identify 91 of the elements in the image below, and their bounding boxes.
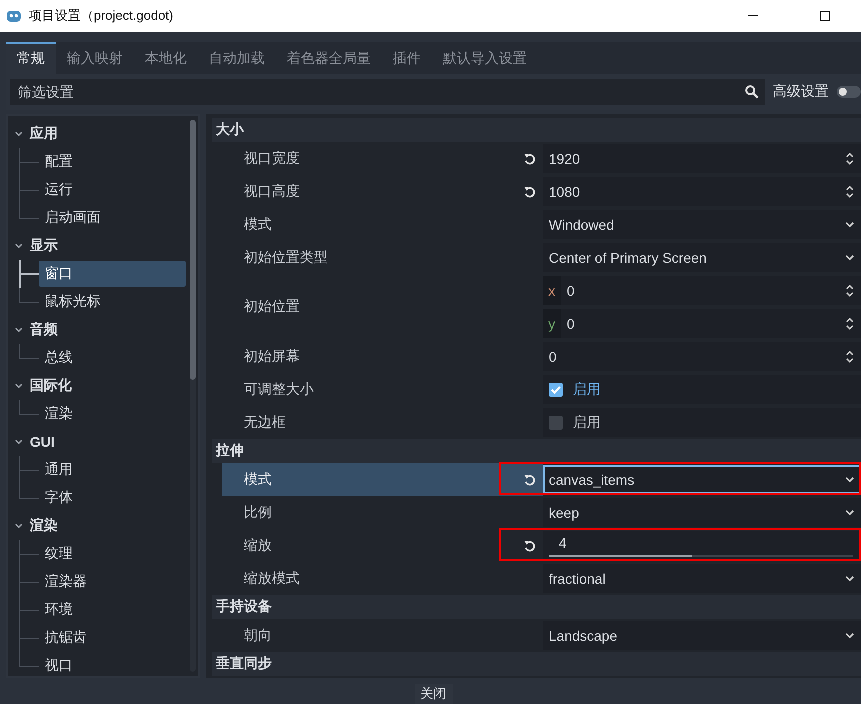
property-label: 比例 — [244, 504, 272, 522]
checkbox[interactable] — [549, 382, 563, 396]
property-label: 可调整大小 — [244, 380, 314, 398]
sidebar-section[interactable]: 音频 — [30, 321, 58, 339]
property-label: 初始屏幕 — [244, 348, 300, 366]
advanced-toggle[interactable] — [837, 86, 861, 98]
revert-icon[interactable] — [523, 472, 537, 486]
chevron-icon[interactable] — [14, 241, 24, 251]
section-header: 垂直同步 — [212, 652, 861, 676]
chevron-icon[interactable] — [14, 325, 24, 335]
tab[interactable]: 默认导入设置 — [432, 42, 538, 74]
dropdown[interactable]: Landscape — [543, 621, 861, 650]
dropdown[interactable]: Center of Primary Screen — [543, 243, 861, 272]
chevron-down-icon — [845, 508, 855, 518]
sidebar-item[interactable]: 渲染器 — [39, 569, 186, 595]
tab[interactable]: 自动加载 — [198, 42, 276, 74]
sidebar-section[interactable]: 显示 — [30, 237, 58, 255]
sidebar-item[interactable]: 配置 — [39, 149, 186, 175]
revert-icon[interactable] — [523, 152, 537, 166]
sidebar-item[interactable]: 鼠标光标 — [39, 289, 186, 315]
sidebar-item[interactable]: 窗口 — [39, 261, 186, 287]
sidebar-item[interactable]: 总线 — [39, 345, 186, 371]
spinner-icon — [845, 350, 855, 364]
slider-value: 4 — [558, 534, 568, 550]
sidebar-item[interactable]: 通用 — [39, 457, 186, 483]
chevron-icon[interactable] — [14, 521, 24, 531]
sidebar-section[interactable]: 应用 — [30, 125, 58, 143]
chevron-icon[interactable] — [14, 381, 24, 391]
sidebar-item[interactable]: 启动画面 — [39, 205, 186, 231]
number-field[interactable]: 1080 — [543, 177, 861, 206]
checkbox-label: 启用 — [573, 380, 601, 398]
property-label: 初始位置类型 — [244, 248, 328, 266]
section-header: 手持设备 — [212, 595, 861, 619]
dropdown[interactable]: canvas_items — [543, 465, 861, 494]
chevron-down-icon — [845, 220, 855, 230]
revert-icon[interactable] — [523, 184, 537, 198]
property-label: 初始位置 — [244, 298, 300, 316]
maximize-icon[interactable] — [819, 10, 831, 22]
checkbox-label: 启用 — [573, 414, 601, 432]
sidebar-item[interactable]: 视口 — [39, 653, 186, 679]
sidebar-item[interactable]: 字体 — [39, 485, 186, 511]
number-field[interactable]: 1920 — [543, 144, 861, 173]
checkbox[interactable] — [549, 416, 563, 430]
property-label: 缩放模式 — [244, 570, 300, 588]
vector-field[interactable]: x 0 — [543, 276, 861, 305]
property-label: 模式 — [244, 216, 272, 234]
scrollbar-thumb[interactable] — [190, 120, 196, 380]
sidebar-item[interactable]: 渲染 — [39, 401, 186, 427]
spinner-icon — [845, 152, 855, 166]
number-field[interactable]: 0 — [543, 342, 861, 371]
tab[interactable]: 插件 — [382, 42, 432, 74]
dropdown[interactable]: fractional — [543, 564, 861, 593]
section-header: 大小 — [212, 118, 861, 142]
chevron-icon[interactable] — [14, 437, 24, 447]
tab[interactable]: 输入映射 — [56, 42, 134, 74]
property-label: 缩放 — [244, 536, 272, 554]
sidebar-section[interactable]: GUI — [30, 434, 55, 450]
spinner-icon — [845, 284, 855, 298]
search-icon — [745, 85, 759, 99]
section-header: 拉伸 — [212, 439, 861, 463]
dropdown[interactable]: keep — [543, 498, 861, 527]
chevron-down-icon — [845, 574, 855, 584]
window-title: 项目设置（project.godot) — [29, 7, 174, 25]
sidebar-item[interactable]: 纹理 — [39, 541, 186, 567]
sidebar-item[interactable]: 抗锯齿 — [39, 625, 186, 651]
sidebar-item[interactable]: 运行 — [39, 177, 186, 203]
dropdown[interactable]: Windowed — [543, 210, 861, 239]
app-logo-icon — [6, 8, 22, 24]
tab[interactable]: 常规 — [6, 42, 56, 74]
filter-bar[interactable]: 筛选设置 — [10, 79, 765, 105]
chevron-icon[interactable] — [14, 129, 24, 139]
vector-field[interactable]: y 0 — [543, 309, 861, 338]
close-button[interactable]: 关闭 — [414, 684, 452, 704]
property-label: 模式 — [244, 470, 272, 488]
chevron-down-icon — [845, 252, 855, 262]
advanced-label: 高级设置 — [773, 83, 829, 101]
property-label: 视口宽度 — [244, 150, 300, 168]
sidebar-item[interactable]: 环境 — [39, 597, 186, 623]
property-label: 无边框 — [244, 414, 286, 432]
spinner-icon — [845, 316, 855, 330]
tab[interactable]: 本地化 — [134, 42, 198, 74]
filter-field[interactable]: 筛选设置 — [16, 83, 745, 101]
sidebar-section[interactable]: 国际化 — [30, 377, 72, 395]
property-label: 朝向 — [244, 626, 272, 644]
spinner-icon — [845, 184, 855, 198]
revert-icon[interactable] — [523, 538, 537, 552]
sidebar-section[interactable]: 渲染 — [30, 517, 58, 535]
chevron-down-icon — [845, 474, 855, 484]
chevron-down-icon — [845, 630, 855, 640]
property-label: 视口高度 — [244, 182, 300, 200]
tab[interactable]: 着色器全局量 — [276, 42, 382, 74]
